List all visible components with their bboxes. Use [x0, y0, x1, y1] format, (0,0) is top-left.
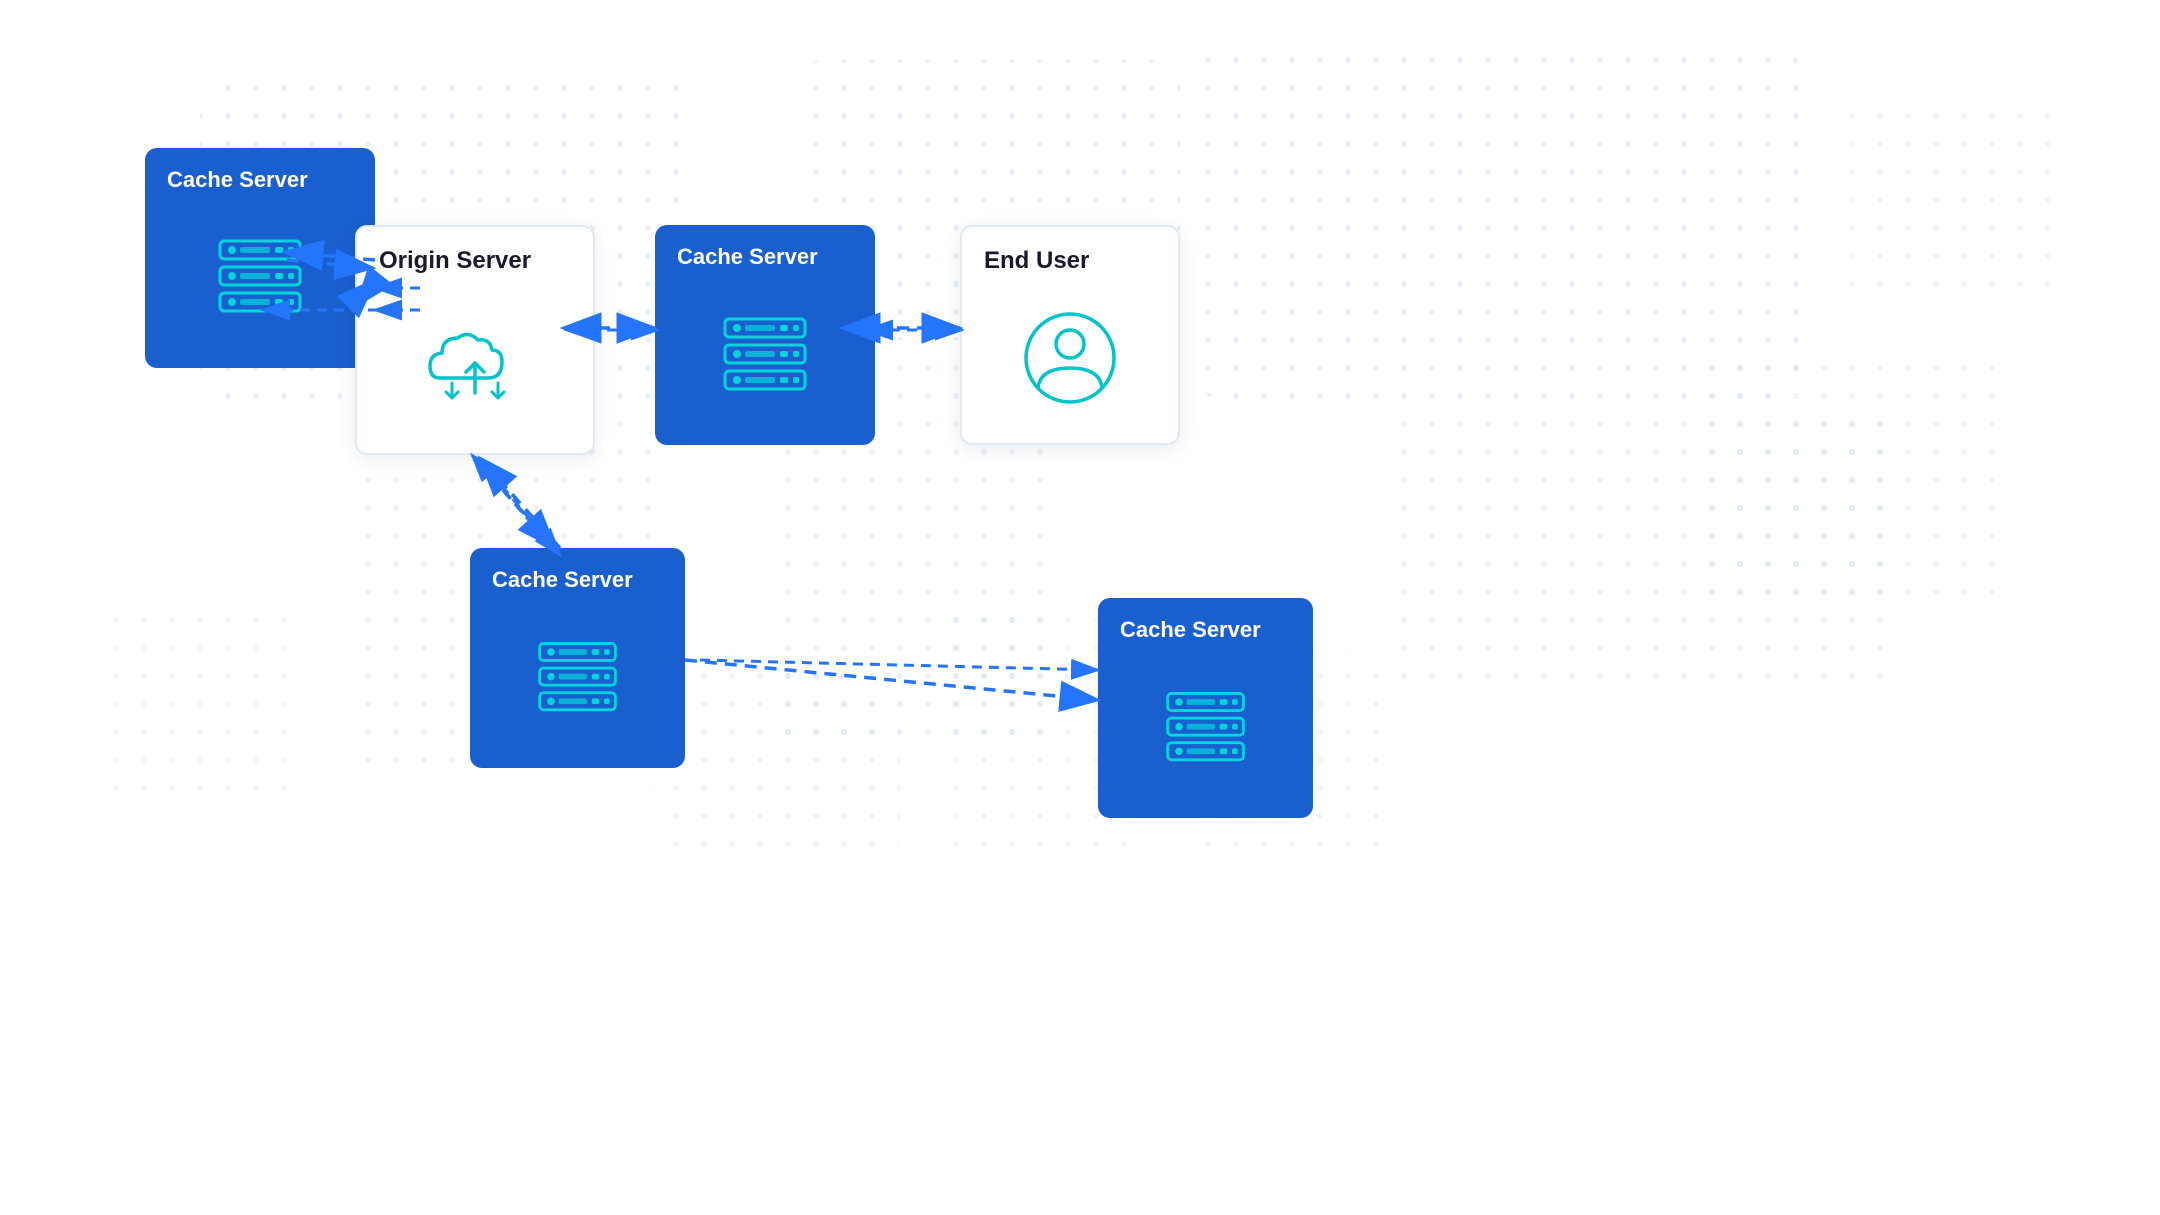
origin-server-icon	[379, 294, 571, 431]
cache-server-top-left: Cache Server	[145, 148, 375, 368]
diagram-container: Cache Server	[0, 0, 2160, 1215]
cache-server-middle: Cache Server	[655, 225, 875, 445]
cache-server-bl-label: Cache Server	[492, 566, 633, 595]
cache-server-mid-icon	[677, 290, 853, 423]
cache-server-tl-icon	[167, 213, 353, 346]
origin-server: Origin Server	[355, 225, 595, 455]
cache-server-mid-label: Cache Server	[677, 243, 818, 272]
end-user-label: End User	[984, 245, 1089, 276]
cache-server-br-icon	[1120, 663, 1291, 796]
end-user: End User	[960, 225, 1180, 445]
end-user-icon	[984, 294, 1156, 421]
cache-server-br-label: Cache Server	[1120, 616, 1261, 645]
cache-server-bl-icon	[492, 613, 663, 746]
origin-server-label: Origin Server	[379, 245, 531, 276]
cache-server-bottom-right: Cache Server	[1098, 598, 1313, 818]
cache-server-tl-label: Cache Server	[167, 166, 308, 195]
cache-server-bottom-left: Cache Server	[470, 548, 685, 768]
